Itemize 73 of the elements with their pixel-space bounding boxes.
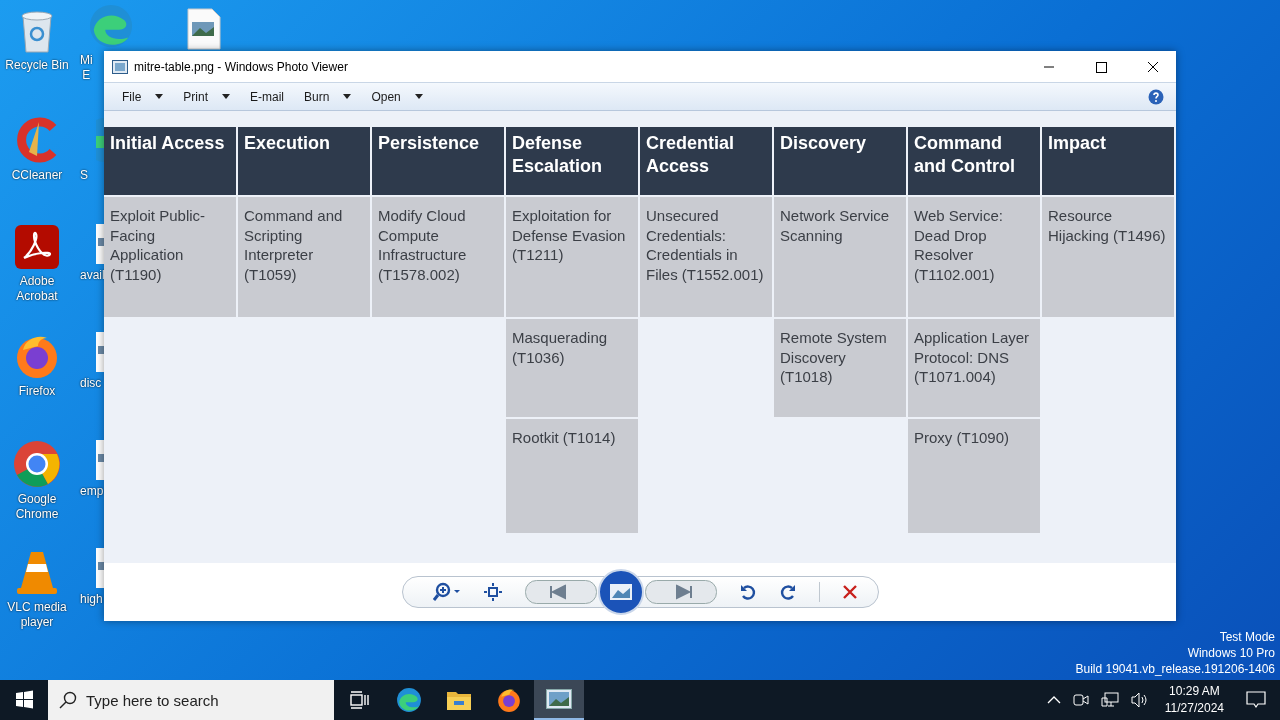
column-header: Command and Control bbox=[908, 127, 1040, 195]
menu-button[interactable]: Open bbox=[363, 87, 431, 106]
system-watermark-text: Build 19041.vb_release.191206-1406 bbox=[1075, 661, 1275, 677]
network-icon[interactable] bbox=[1100, 692, 1119, 708]
technique-cell: Application Layer Protocol: DNS (T1071.004) bbox=[908, 319, 1040, 417]
rotate-right-icon[interactable] bbox=[778, 583, 797, 601]
icon-label: Mi E bbox=[80, 53, 93, 83]
taskbar-search-field[interactable]: Type here to search bbox=[48, 680, 334, 720]
technique-cell: Exploit Public-Facing Application (T1190) bbox=[104, 197, 236, 317]
rotate-left-icon[interactable] bbox=[738, 583, 757, 601]
clock-date[interactable]: 11/27/2024 bbox=[1164, 700, 1224, 717]
help-icon[interactable] bbox=[1148, 88, 1164, 105]
icon-label: avail bbox=[80, 268, 105, 283]
photo-viewer-icon bbox=[546, 689, 572, 709]
icon-label: Recycle Bin bbox=[5, 58, 69, 73]
chevron-up-icon[interactable] bbox=[1046, 695, 1061, 705]
caret-icon bbox=[343, 94, 352, 99]
delete-icon[interactable] bbox=[841, 584, 858, 600]
next-button[interactable] bbox=[644, 580, 717, 604]
zoom-icon[interactable] bbox=[432, 582, 461, 602]
caret-icon bbox=[155, 94, 164, 99]
technique-cell: Unsecured Credentials: Credentials in Files (T1552.001) bbox=[640, 197, 772, 317]
technique-cell: Command and Scripting Interpreter (T1059) bbox=[238, 197, 370, 317]
caret-icon bbox=[414, 94, 423, 99]
technique-cell: Modify Cloud Compute Infrastructure (T1578.002) bbox=[372, 197, 504, 317]
task-view-icon bbox=[349, 691, 369, 709]
menu-button[interactable]: File bbox=[114, 87, 172, 106]
caret-icon bbox=[222, 94, 231, 99]
acrobat-icon[interactable] bbox=[14, 224, 60, 270]
folder-icon bbox=[447, 690, 471, 710]
camera-icon[interactable] bbox=[1072, 692, 1089, 708]
photo-viewer-icon bbox=[112, 59, 128, 74]
system-watermark-text: Windows 10 Pro bbox=[1186, 645, 1275, 661]
chrome-icon[interactable] bbox=[13, 440, 61, 488]
menu-button[interactable]: E-mail bbox=[242, 87, 293, 106]
slideshow-button[interactable] bbox=[597, 569, 644, 615]
fit-window-icon[interactable] bbox=[482, 583, 503, 601]
technique-cell: Remote System Discovery (T1018) bbox=[774, 319, 906, 417]
icon-label: VLC media player bbox=[6, 600, 68, 630]
image-file-icon[interactable] bbox=[187, 8, 221, 50]
taskbar-app-button[interactable] bbox=[534, 680, 584, 720]
speaker-icon[interactable] bbox=[1130, 692, 1149, 708]
previous-button[interactable] bbox=[524, 580, 597, 604]
firefox-icon bbox=[496, 687, 522, 713]
icon-label: disc bbox=[80, 376, 102, 391]
column-header: Defense Escalation bbox=[506, 127, 638, 195]
column-header: Credential Access bbox=[640, 127, 772, 195]
technique-cell: Masquerading (T1036) bbox=[506, 319, 638, 417]
system-watermark-text: Test Mode bbox=[1218, 629, 1275, 645]
window-title: mitre-table.png - Windows Photo Viewer bbox=[134, 59, 348, 74]
technique-cell: Web Service: Dead Drop Resolver (T1102.001) bbox=[908, 197, 1040, 317]
technique-cell: Rootkit (T1014) bbox=[506, 419, 638, 533]
column-header: Execution bbox=[238, 127, 370, 195]
technique-cell: Network Service Scanning bbox=[774, 197, 906, 317]
menu-button[interactable]: Print bbox=[175, 87, 239, 106]
icon-label: Firefox bbox=[18, 384, 56, 399]
clock-time[interactable]: 10:29 AM bbox=[1164, 683, 1224, 700]
menu-button[interactable]: Burn bbox=[296, 87, 360, 106]
icon-label: high bbox=[80, 592, 103, 607]
column-header: Impact bbox=[1042, 127, 1174, 195]
technique-cell: Exploitation for Defense Evasion (T1211) bbox=[506, 197, 638, 317]
technique-cell: Proxy (T1090) bbox=[908, 419, 1040, 533]
icon-label: S bbox=[80, 168, 88, 183]
icon-label: Adobe Acrobat bbox=[15, 274, 59, 304]
column-header: Discovery bbox=[774, 127, 906, 195]
column-header: Persistence bbox=[372, 127, 504, 195]
notification-icon[interactable] bbox=[1246, 691, 1266, 709]
icon-label: emp bbox=[80, 484, 104, 499]
column-header: Initial Access bbox=[104, 127, 236, 195]
technique-cell: Resource Hijacking (T1496) bbox=[1042, 197, 1174, 317]
icon-label: Google Chrome bbox=[14, 492, 60, 522]
icon-label: CCleaner bbox=[11, 168, 63, 183]
search-icon bbox=[59, 691, 77, 709]
